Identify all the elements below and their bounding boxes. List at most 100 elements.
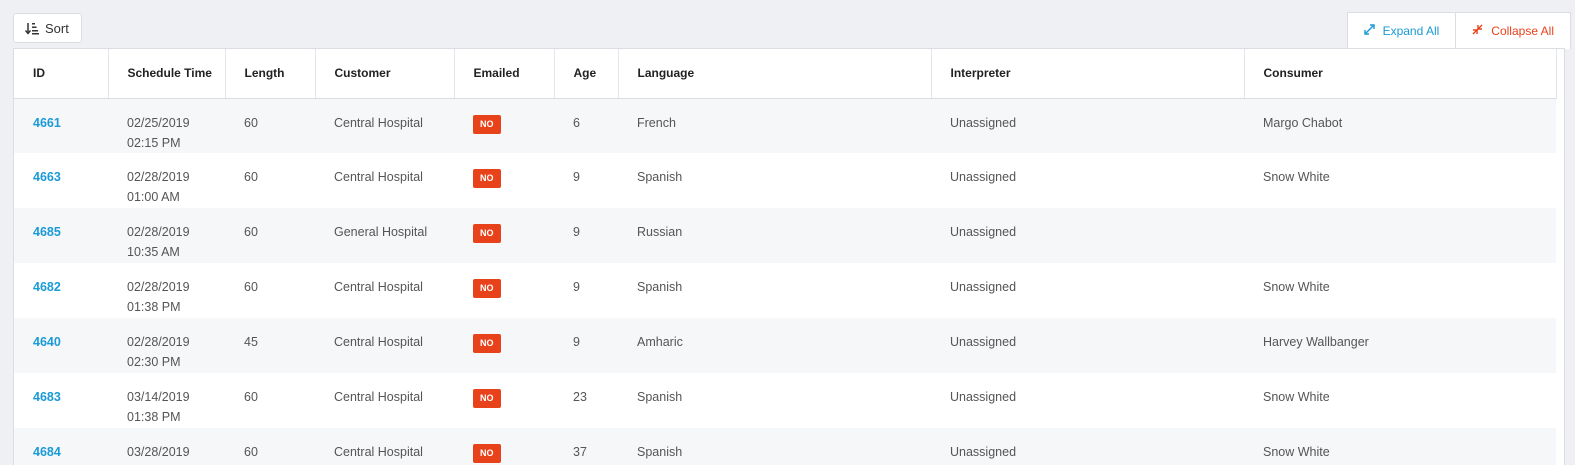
column-header-customer[interactable]: Customer — [315, 49, 455, 99]
appointment-id-link[interactable]: 4640 — [33, 335, 61, 349]
cell-id: 4661 — [14, 98, 108, 153]
cell-customer: Central Hospital — [315, 153, 454, 208]
cell-id-content: 4663 — [33, 153, 108, 187]
sort-label: Sort — [45, 20, 69, 36]
column-header-schedule-time[interactable]: Schedule Time — [108, 49, 226, 99]
cell-customer: Central Hospital — [315, 318, 454, 373]
cell-language-text: Spanish — [637, 170, 683, 184]
sort-button[interactable]: Sort — [13, 13, 82, 43]
cell-customer-text: Central Hospital — [334, 280, 423, 294]
cell-emailed: NO — [454, 208, 554, 263]
cell-emailed-content: NO — [473, 208, 554, 243]
expand-all-label: Expand All — [1382, 24, 1440, 38]
sort-icon — [25, 22, 39, 35]
column-header-emailed[interactable]: Emailed — [454, 49, 555, 99]
cell-length: 45 — [225, 318, 315, 373]
cell-language: French — [618, 98, 931, 153]
cell-id: 4683 — [14, 373, 108, 428]
cell-interpreter-text: Unassigned — [950, 335, 1017, 349]
cell-length-content: 45 — [244, 318, 315, 352]
cell-age: 23 — [554, 373, 618, 428]
schedule-time: 01:00 AM — [127, 190, 180, 204]
cell-interpreter-text: Unassigned — [950, 280, 1017, 294]
header-row: ID Schedule Time Length Customer Emailed… — [14, 49, 1557, 99]
table-row[interactable]: 4663 02/28/2019 01:00 AM 60 Central Hospital… — [14, 153, 1556, 208]
cell-customer: Central Hospital — [315, 373, 454, 428]
column-header-age[interactable]: Age — [554, 49, 619, 99]
cell-length: 60 — [225, 98, 315, 153]
cell-consumer: Snow White — [1244, 153, 1556, 208]
cell-id-content: 4684 — [33, 428, 108, 462]
cell-interpreter: Unassigned — [931, 428, 1244, 465]
cell-consumer-content: Harvey Wallbanger — [1263, 318, 1556, 352]
expand-all-button[interactable]: Expand All — [1348, 13, 1456, 49]
column-header-id[interactable]: ID — [14, 49, 109, 99]
cell-consumer: Snow White — [1244, 373, 1556, 428]
cell-schedule-time-content: 02/28/2019 02:30 PM — [127, 318, 225, 372]
cell-length-content: 60 — [244, 153, 315, 187]
emailed-status-badge: NO — [473, 444, 501, 463]
expand-arrows-icon — [1363, 24, 1375, 38]
table-row[interactable]: 4684 03/28/2019 60 Central Hospital NO 37 Span… — [14, 428, 1556, 465]
collapse-all-button[interactable]: Collapse All — [1455, 13, 1570, 49]
table-row[interactable]: 4685 02/28/2019 10:35 AM 60 General Hospital… — [14, 208, 1556, 263]
emailed-status-badge: NO — [473, 169, 501, 188]
cell-customer: Central Hospital — [315, 263, 454, 318]
cell-length-content: 60 — [244, 263, 315, 297]
appointment-id-link[interactable]: 4683 — [33, 390, 61, 404]
schedule-time: 10:35 AM — [127, 245, 180, 259]
cell-customer: Central Hospital — [315, 428, 454, 465]
cell-interpreter-content: Unassigned — [950, 373, 1244, 407]
cell-customer: General Hospital — [315, 208, 454, 263]
cell-interpreter-text: Unassigned — [950, 445, 1017, 459]
appointment-id-link[interactable]: 4684 — [33, 445, 61, 459]
cell-consumer-content: Snow White — [1263, 428, 1556, 462]
table-row[interactable]: 4640 02/28/2019 02:30 PM 45 Central Hospital… — [14, 318, 1556, 373]
cell-age-content: 23 — [573, 373, 618, 407]
table-row[interactable]: 4682 02/28/2019 01:38 PM 60 Central Hospital… — [14, 263, 1556, 318]
cell-interpreter-content: Unassigned — [950, 428, 1244, 462]
cell-consumer-content: Snow White — [1263, 153, 1556, 187]
cell-schedule-time-content: 03/14/2019 01:38 PM — [127, 373, 225, 427]
table-row[interactable]: 4661 02/25/2019 02:15 PM 60 Central Hospital… — [14, 98, 1556, 153]
cell-age-content: 37 — [573, 428, 618, 462]
appointment-id-link[interactable]: 4685 — [33, 225, 61, 239]
cell-id-content: 4683 — [33, 373, 108, 407]
cell-customer-text: Central Hospital — [334, 115, 423, 130]
cell-age: 9 — [554, 318, 618, 373]
cell-customer-text: General Hospital — [334, 225, 428, 239]
cell-age-content: 9 — [573, 208, 618, 242]
column-header-length[interactable]: Length — [225, 49, 316, 99]
cell-consumer: Margo Chabot — [1244, 98, 1556, 153]
cell-emailed-content: NO — [473, 428, 554, 463]
cell-schedule-time-content: 03/28/2019 — [127, 428, 225, 462]
appointment-id-link[interactable]: 4663 — [33, 170, 61, 184]
cell-schedule-time-content: 02/25/2019 02:15 PM — [127, 99, 225, 153]
cell-customer-text: Central Hospital — [334, 390, 423, 404]
table-row[interactable]: 4683 03/14/2019 01:38 PM 60 Central Hospital… — [14, 373, 1556, 428]
cell-consumer-content — [1263, 208, 1556, 222]
cell-age-content: 6 — [573, 99, 618, 133]
appointment-id-link[interactable]: 4682 — [33, 280, 61, 294]
column-header-interpreter[interactable]: Interpreter — [931, 49, 1245, 99]
cell-age-content: 9 — [573, 153, 618, 187]
cell-emailed: NO — [454, 428, 554, 465]
schedule-time: 02:15 PM — [127, 135, 181, 150]
cell-interpreter-content: Unassigned — [950, 318, 1244, 352]
schedule-time: 02:30 PM — [127, 355, 181, 369]
column-header-consumer[interactable]: Consumer — [1244, 49, 1557, 99]
cell-emailed-content: NO — [473, 318, 554, 353]
appointment-id-link[interactable]: 4661 — [33, 116, 61, 130]
cell-length: 60 — [225, 208, 315, 263]
cell-age-text: 6 — [573, 115, 580, 130]
schedule-date: 02/28/2019 — [127, 170, 190, 184]
column-header-language[interactable]: Language — [618, 49, 932, 99]
cell-interpreter: Unassigned — [931, 153, 1244, 208]
toolbar-left: Sort — [13, 13, 82, 43]
cell-age: 9 — [554, 263, 618, 318]
cell-age: 9 — [554, 208, 618, 263]
cell-interpreter-text: Unassigned — [950, 225, 1017, 239]
cell-language-text: Spanish — [637, 445, 683, 459]
cell-interpreter-content: Unassigned — [950, 99, 1244, 133]
cell-length-content: 60 — [244, 428, 315, 462]
